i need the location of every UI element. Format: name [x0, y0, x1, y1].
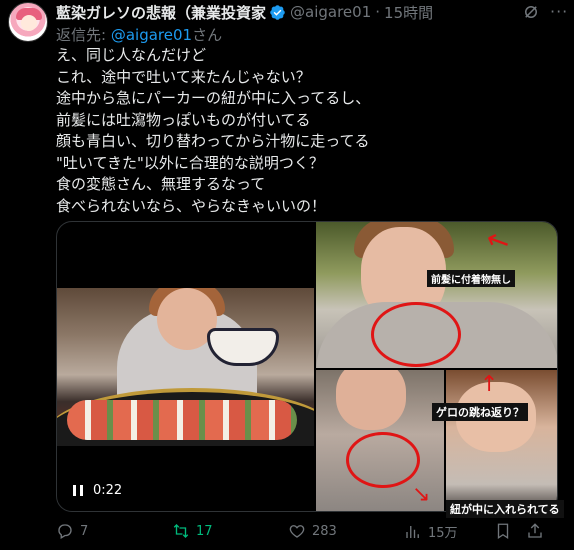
retweet-button[interactable]: 17 — [172, 522, 213, 540]
tweet-time[interactable]: 15時間 — [384, 2, 433, 23]
tweet-actions: 7 17 283 15万 — [56, 522, 568, 546]
share-button[interactable] — [526, 522, 544, 540]
pause-icon[interactable] — [73, 485, 83, 496]
retweet-count: 17 — [196, 523, 213, 539]
grok-icon[interactable] — [522, 3, 540, 21]
tweet-text: え、同じ人なんだけど これ、途中で吐いて来たんじゃない？ 途中から急にパーカーの… — [56, 45, 556, 217]
video-sushi — [67, 400, 297, 440]
annotation-circle — [346, 432, 420, 488]
reply-mention-link[interactable]: @aigare01 — [111, 26, 192, 44]
header-separator: · — [375, 3, 381, 21]
media-image-3[interactable] — [446, 370, 557, 511]
reply-suffix: さん — [192, 26, 223, 44]
author-avatar[interactable] — [8, 2, 48, 42]
tweet-line: "吐いてきた"以外に合理的な説明つく？ — [56, 153, 324, 172]
bookmark-button[interactable] — [494, 522, 512, 540]
annotation-arrow: ↘ — [412, 482, 431, 507]
tweet-line: 前髪には吐瀉物っぽいものが付いてる — [56, 110, 311, 129]
annotation-label-bangs: 前髪に付着物無し — [427, 270, 515, 287]
more-icon[interactable]: ··· — [550, 2, 568, 21]
tweet-line: 途中から急にパーカーの紐が中に入ってるし、 — [56, 89, 371, 107]
author-display-name[interactable]: 藍染ガレソの悲報（兼業投資家 — [56, 2, 266, 23]
views-icon — [406, 525, 419, 538]
like-button[interactable]: 283 — [288, 522, 337, 540]
like-icon — [289, 525, 305, 538]
views-count: 15万 — [428, 526, 458, 541]
views-button[interactable]: 15万 — [404, 522, 458, 541]
tweet-line: え、同じ人なんだけど — [56, 46, 207, 64]
share-icon — [528, 523, 542, 538]
tweet-line: 食べられないなら、やらなきゃいいの！ — [56, 196, 327, 215]
verified-badge-icon — [269, 4, 286, 21]
tweet-line: 顔も青白い、切り替わってから汁物に走ってる — [56, 132, 370, 150]
tweet-header: 藍染ガレソの悲報（兼業投資家 @aigare01 · 15時間 — [56, 2, 433, 22]
media-grid: 0:22 ↖ — [56, 221, 558, 512]
avatar-face — [21, 15, 37, 31]
video-player[interactable] — [57, 288, 314, 446]
media-image-1[interactable]: ↖ — [316, 222, 557, 368]
tweet-line: これ、途中で吐いて来たんじゃない？ — [56, 67, 311, 86]
retweet-icon — [173, 524, 189, 538]
reply-icon — [58, 524, 72, 539]
reply-to-line: 返信先: @aigare01さん — [56, 24, 222, 45]
tweet-line: 食の変態さん、無理するなって — [56, 175, 266, 193]
bookmark-icon — [497, 523, 509, 540]
annotation-label-string: 紐が中に入れられてる — [446, 500, 564, 518]
image-face — [336, 370, 406, 430]
annotation-arrow: ↖ — [480, 222, 516, 261]
like-count: 283 — [312, 523, 337, 539]
video-time: 0:22 — [93, 483, 123, 498]
annotation-circle — [371, 302, 461, 367]
annotation-arrow: ↑ — [480, 372, 499, 397]
video-controls: 0:22 — [73, 483, 122, 498]
annotation-label-splash: ゲロの跳ね返り？ — [432, 403, 528, 421]
author-handle[interactable]: @aigare01 — [290, 3, 371, 21]
reply-prefix: 返信先: — [56, 26, 111, 44]
reply-button[interactable]: 7 — [56, 522, 88, 540]
reply-count: 7 — [80, 523, 89, 539]
